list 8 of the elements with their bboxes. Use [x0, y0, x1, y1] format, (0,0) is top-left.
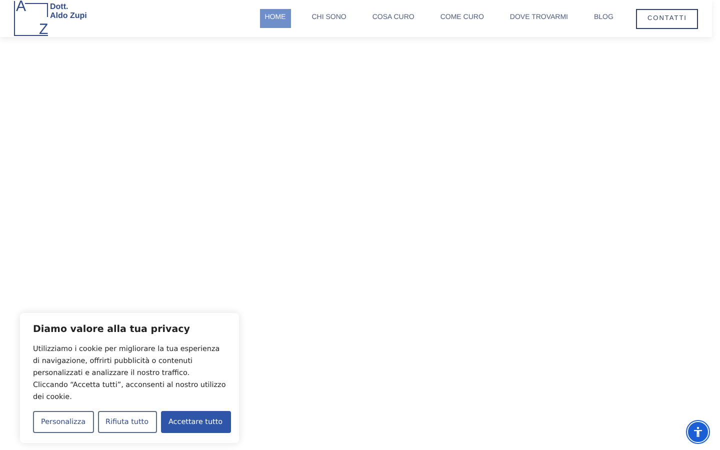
banner-title: Diamo valore alla tua privacy — [33, 323, 191, 337]
logo-text: Aldo Zupi — [50, 11, 87, 20]
accessibility-button[interactable] — [687, 421, 709, 443]
logo-text: Dott. — [50, 2, 70, 11]
logo-letter: A — [16, 0, 26, 14]
accessibility-icon — [692, 426, 704, 438]
logo[interactable]: A Z — [14, 1, 48, 36]
logo-letter: Z — [39, 22, 48, 37]
